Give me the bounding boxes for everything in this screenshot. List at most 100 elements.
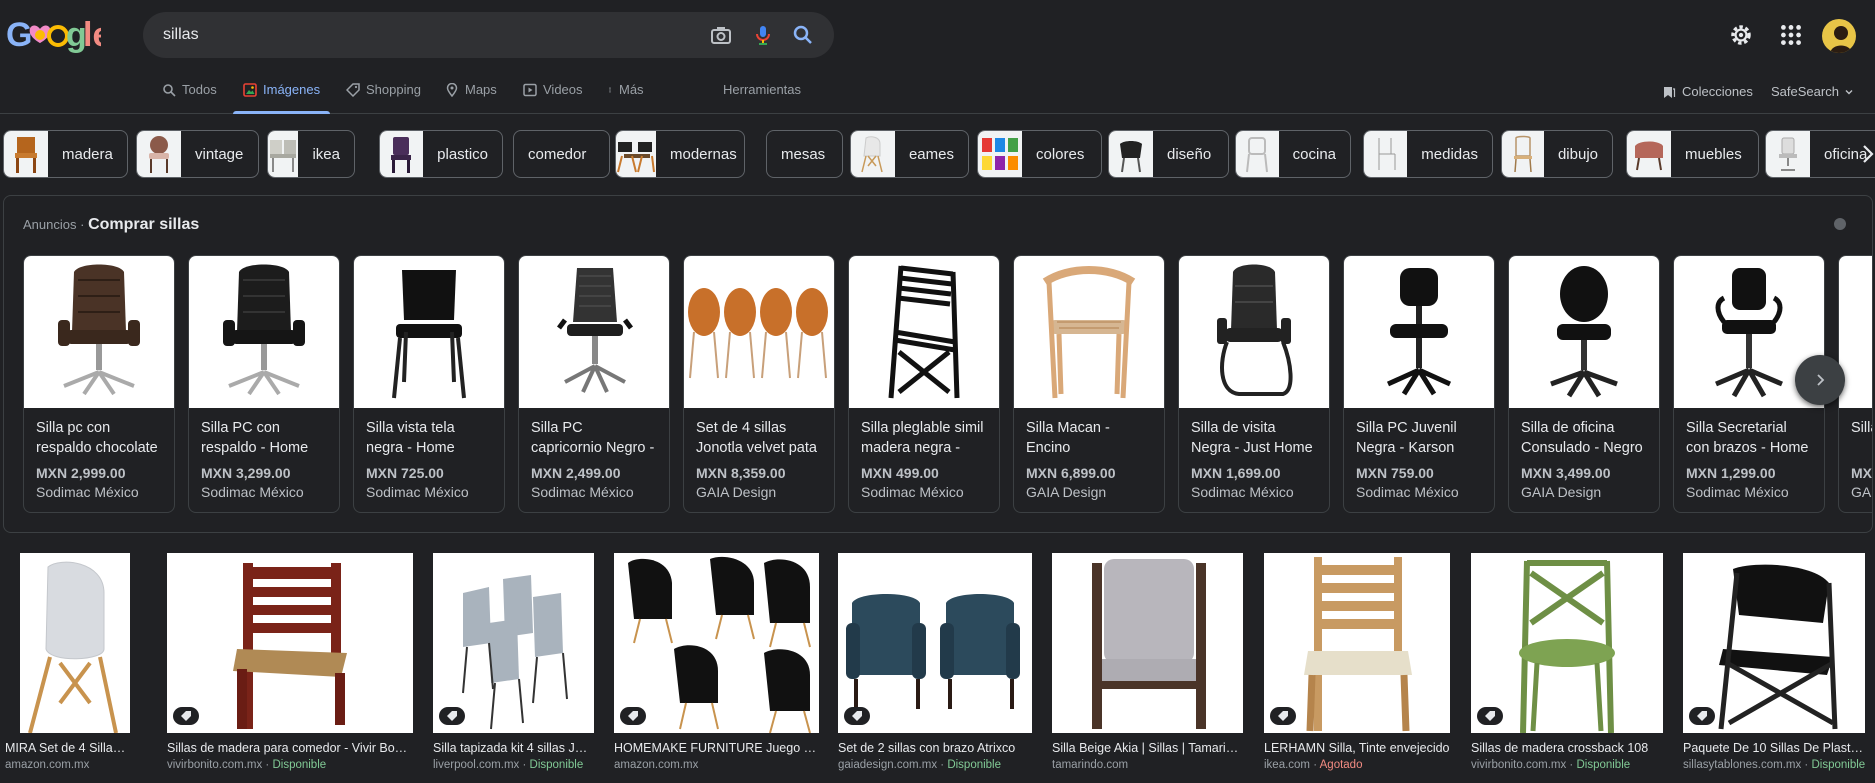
camera-icon[interactable] xyxy=(709,23,733,47)
result-site: ikea.com xyxy=(1264,759,1311,771)
chip-thumbnail xyxy=(268,131,299,177)
chip-diseno[interactable]: diseño xyxy=(1108,130,1229,178)
product-image xyxy=(1509,256,1659,408)
gear-icon[interactable] xyxy=(1728,22,1754,48)
product-card[interactable]: Silla pc con respaldo chocolate MXN 2,99… xyxy=(23,255,175,513)
product-title: Set de 4 sillas Jonotla velvet pata xyxy=(696,420,817,456)
chip-eames[interactable]: eames xyxy=(850,130,969,178)
bookmark-icon xyxy=(1664,86,1676,98)
chip-madera[interactable]: madera xyxy=(3,130,128,178)
tab-label: Shopping xyxy=(366,82,421,97)
avatar[interactable] xyxy=(1822,19,1856,53)
image-result[interactable]: HOMEMAKE FURNITURE Juego de sillas amazo… xyxy=(614,553,819,771)
product-card[interactable]: Silla PC Juvenil Negra - Karson MXN 759.… xyxy=(1343,255,1495,513)
image-result[interactable]: Sillas de madera para comedor - Vivir Bo… xyxy=(167,553,413,771)
chip-vintage[interactable]: vintage xyxy=(136,130,259,178)
chip-label: muebles xyxy=(1685,145,1742,163)
product-card[interactable]: Silla PC capricornio Negro - Just Home M… xyxy=(518,255,670,513)
chip-thumbnail xyxy=(1627,131,1671,177)
availability-status: Disponible xyxy=(272,759,327,771)
tab-label: Todos xyxy=(182,82,217,97)
chip-label: medidas xyxy=(1421,145,1478,163)
product-price: MXN 725.00 xyxy=(366,465,444,481)
availability-status: Disponible xyxy=(1811,759,1865,771)
chip-thumbnail xyxy=(380,131,424,177)
product-image xyxy=(354,256,504,408)
chip-ikea[interactable]: ikea xyxy=(267,130,355,178)
tab-maps[interactable]: Maps xyxy=(445,82,497,114)
chip-modernas[interactable]: modernas xyxy=(615,130,745,178)
chip-plastico[interactable]: plastico xyxy=(379,130,503,178)
carousel-next-button[interactable] xyxy=(1795,355,1845,405)
product-title: Silla PC capricornio Negro - Just Home xyxy=(531,420,655,456)
product-card[interactable]: Silla Macan - Encino MXN 6,899.00 GAIA D… xyxy=(1013,255,1165,513)
product-title: Silla de oficina Consulado - Negro xyxy=(1521,420,1643,456)
result-image xyxy=(167,553,413,733)
search-input[interactable] xyxy=(163,12,683,58)
product-title: Silla pc con respaldo chocolate xyxy=(36,420,158,456)
chip-colores[interactable]: colores xyxy=(977,130,1102,178)
image-result[interactable]: Silla Beige Akia | Sillas | Tamarindo ta… xyxy=(1052,553,1243,771)
chip-thumbnail xyxy=(1502,131,1544,177)
image-result[interactable]: MIRA Set de 4 Sillas Eames amazon.com.mx xyxy=(5,553,131,771)
product-image xyxy=(849,256,999,408)
product-store: Sodimac México xyxy=(36,484,139,500)
product-store: GAIA Design xyxy=(696,484,777,500)
tools-button[interactable]: Herramientas xyxy=(723,82,801,114)
search-icon[interactable] xyxy=(791,23,815,47)
product-card[interactable]: Silla de visita Negra - Just Home Collec… xyxy=(1178,255,1330,513)
ads-header: Anuncios · Comprar sillas xyxy=(23,216,199,234)
image-result[interactable]: Set de 2 sillas con brazo Atrixco gaiade… xyxy=(838,553,1032,771)
shopping-ads-section: Anuncios · Comprar sillas Silla pc con r… xyxy=(3,195,1873,533)
ads-title: Comprar sillas xyxy=(88,216,200,233)
image-result[interactable]: Sillas de madera crossback 108 vivirboni… xyxy=(1471,553,1663,771)
result-title: Silla tapizada kit 4 sillas Jade xyxy=(433,741,594,755)
product-card[interactable]: Silla PC con respaldo - Home Office MXN … xyxy=(188,255,340,513)
product-store: Sodimac México xyxy=(366,484,469,500)
chip-comedor[interactable]: comedor xyxy=(513,130,610,178)
google-logo[interactable]: G g le xyxy=(6,12,101,56)
product-card[interactable]: Silla de oficina Consulado - Negro MXN 3… xyxy=(1508,255,1660,513)
chip-thumbnail xyxy=(1364,131,1408,177)
chip-label: vintage xyxy=(195,145,244,163)
microphone-icon[interactable] xyxy=(751,23,775,47)
chevron-right-icon[interactable] xyxy=(1861,144,1875,164)
tab-mas[interactable]: Más xyxy=(607,82,644,114)
chip-label: cocina xyxy=(1292,145,1336,163)
tab-label: Más xyxy=(619,82,644,97)
chip-muebles[interactable]: muebles xyxy=(1626,130,1759,178)
apps-grid-icon[interactable] xyxy=(1778,22,1804,48)
product-card[interactable]: Set de 4 sillas Jonotla velvet pata MXN … xyxy=(683,255,835,513)
product-title: Silla PC con respaldo - Home Office xyxy=(201,420,309,456)
chip-dibujo[interactable]: dibujo xyxy=(1501,130,1613,178)
info-icon[interactable] xyxy=(1834,218,1846,230)
chip-label: mesas xyxy=(781,145,826,163)
product-price: MXN 6,899.00 xyxy=(1026,465,1116,481)
product-image xyxy=(519,256,669,408)
image-result[interactable]: Silla tapizada kit 4 sillas Jade liverpo… xyxy=(433,553,594,771)
product-card[interactable]: Silla vista tela negra - Home Office MXN… xyxy=(353,255,505,513)
image-result[interactable]: Paquete De 10 Sillas De Plastico sillasy… xyxy=(1683,553,1865,771)
chip-label: plastico xyxy=(437,145,488,163)
svg-text:G: G xyxy=(6,16,32,54)
tab-imagenes[interactable]: Imágenes xyxy=(232,82,331,114)
product-card[interactable]: Silla pleglable simil madera negra - Jus… xyxy=(848,255,1000,513)
shopping-tag-icon xyxy=(439,707,465,725)
result-image xyxy=(838,553,1032,733)
chip-label: ikea xyxy=(312,145,340,163)
chip-thumbnail xyxy=(1109,131,1153,177)
tab-shopping[interactable]: Shopping xyxy=(346,82,421,114)
product-price: MXN 1,299.00 xyxy=(1686,465,1776,481)
chip-medidas[interactable]: medidas xyxy=(1363,130,1493,178)
product-title: Silla de visita Negra - Just Home Collec… xyxy=(1191,420,1313,456)
chip-oficina[interactable]: oficina xyxy=(1765,130,1875,178)
product-title: Silla Gris xyxy=(1851,420,1872,436)
result-image xyxy=(1683,553,1865,733)
tab-videos[interactable]: Videos xyxy=(523,82,583,114)
chip-mesas[interactable]: mesas xyxy=(766,130,843,178)
chip-cocina[interactable]: cocina xyxy=(1235,130,1351,178)
image-result[interactable]: LERHAMN Silla, Tinte envejecido ikea.com… xyxy=(1264,553,1450,771)
collections-button[interactable]: Colecciones xyxy=(1662,84,1753,99)
tab-todos[interactable]: Todos xyxy=(162,82,217,114)
safesearch-button[interactable]: SafeSearch xyxy=(1771,84,1853,99)
